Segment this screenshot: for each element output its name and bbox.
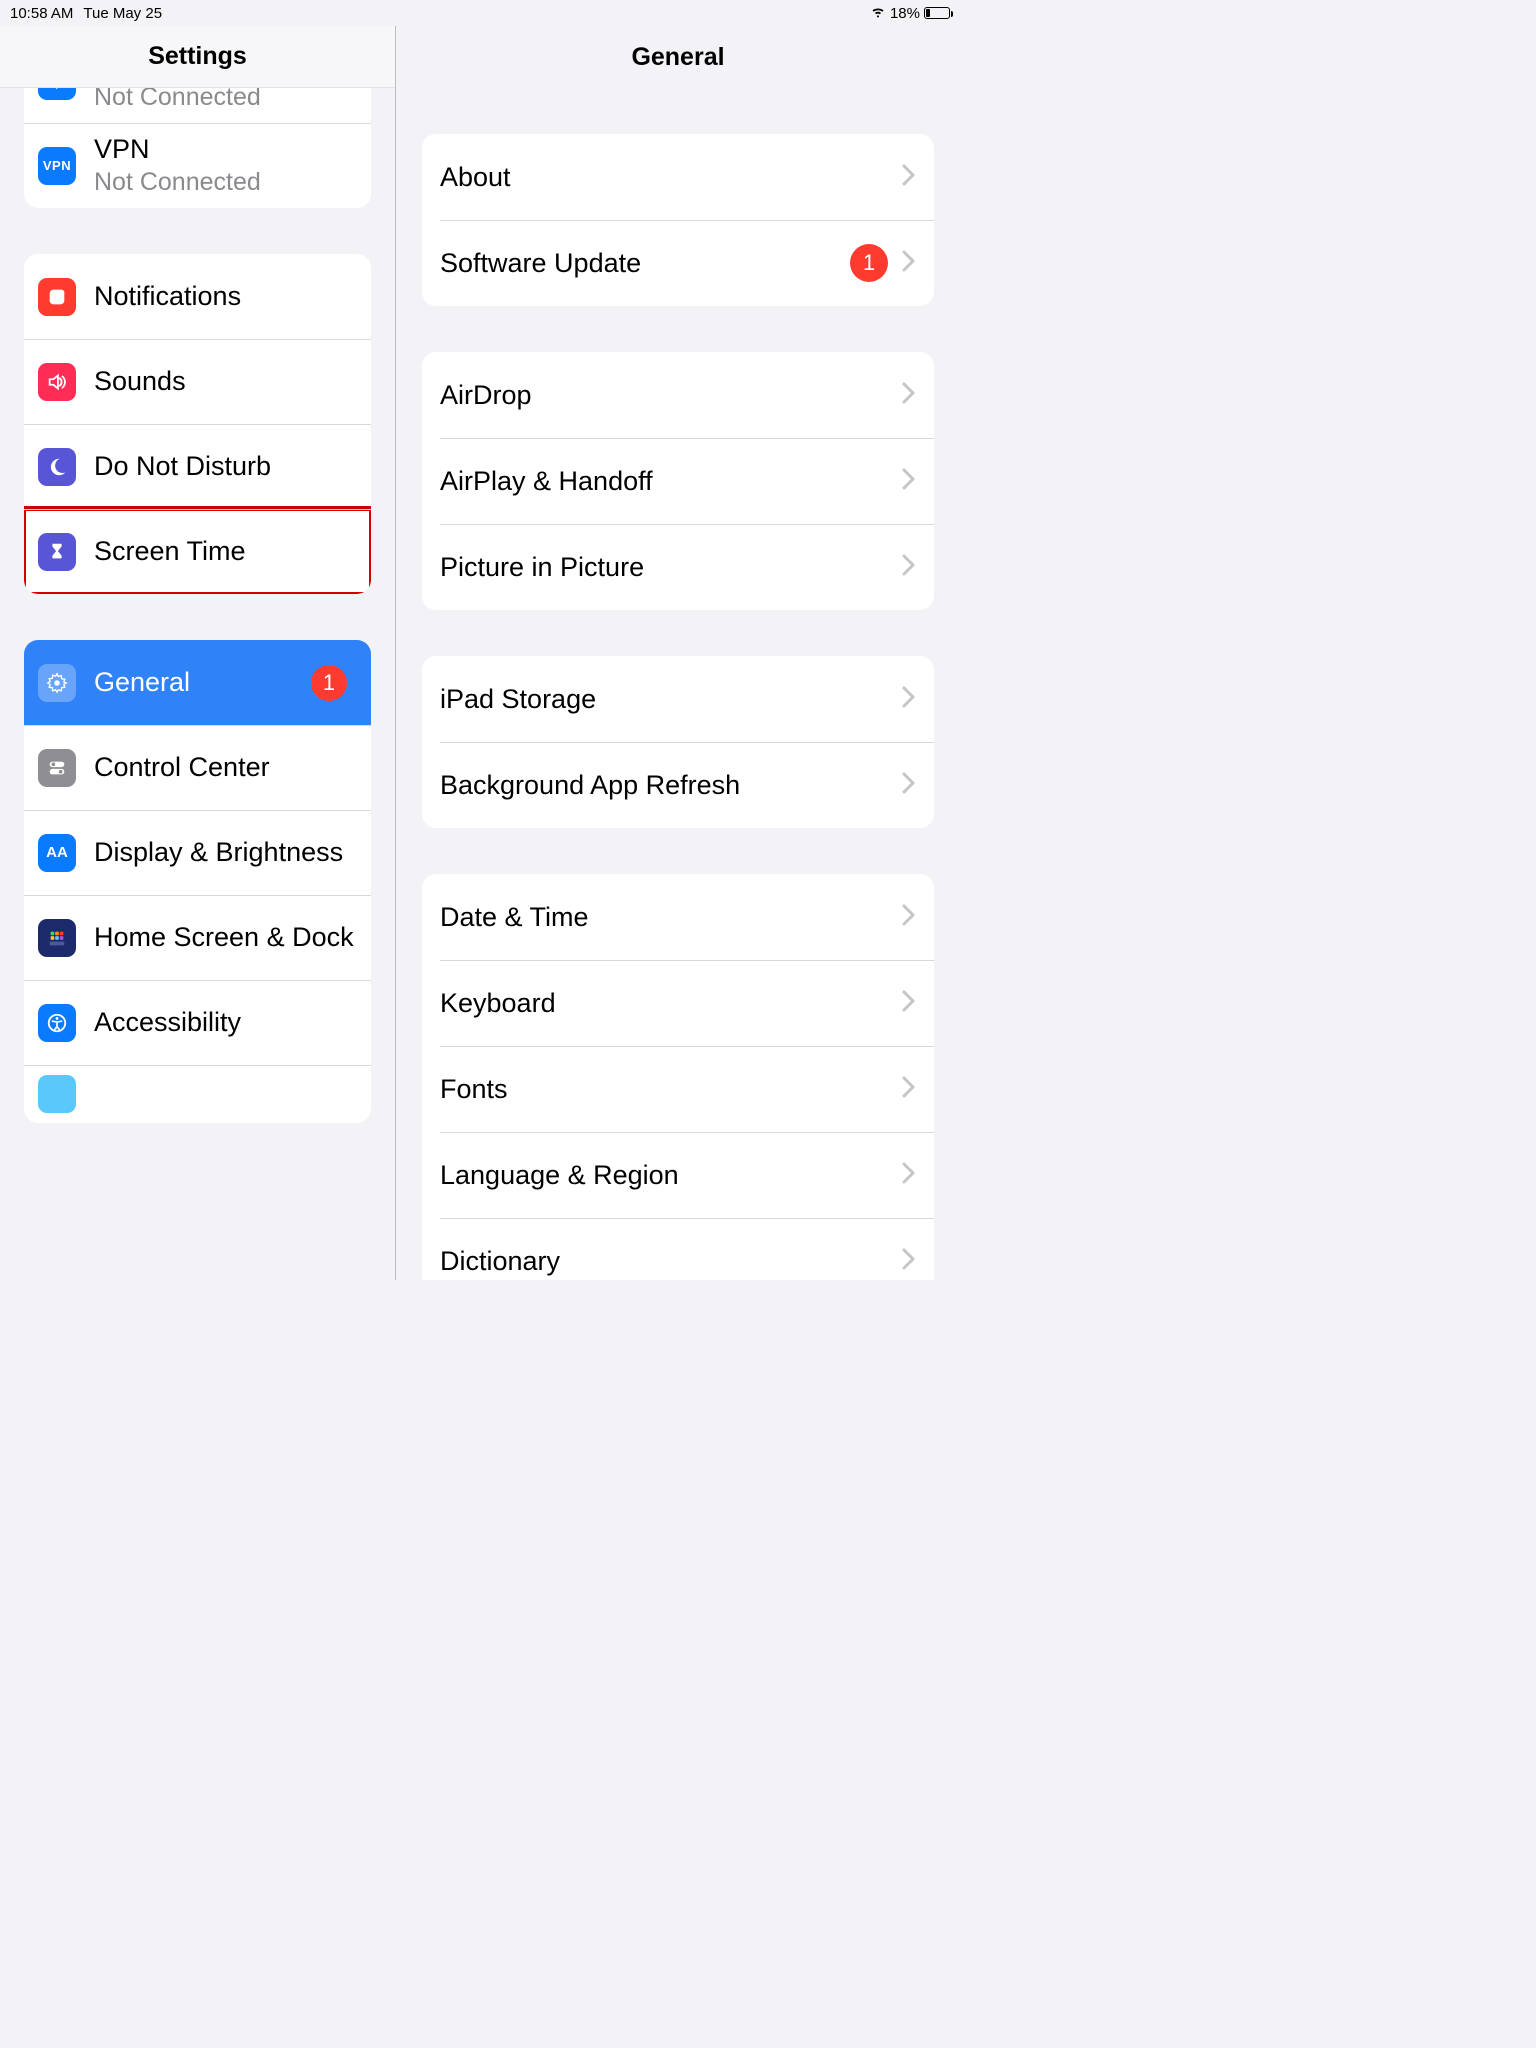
dnd-label: Do Not Disturb — [94, 451, 271, 482]
chevron-right-icon — [902, 904, 916, 931]
sidebar-item-sounds[interactable]: Sounds — [24, 339, 371, 424]
software-update-label: Software Update — [440, 248, 641, 279]
sounds-label: Sounds — [94, 366, 186, 397]
about-label: About — [440, 162, 511, 193]
row-airplay-handoff[interactable]: AirPlay & Handoff — [422, 438, 934, 524]
home-screen-label: Home Screen & Dock — [94, 922, 354, 953]
wifi-icon — [870, 3, 886, 23]
row-date-time[interactable]: Date & Time — [422, 874, 934, 960]
screentime-label: Screen Time — [94, 536, 246, 567]
notifications-icon — [38, 278, 76, 316]
row-airdrop[interactable]: AirDrop — [422, 352, 934, 438]
chevron-right-icon — [902, 468, 916, 495]
cutoff-icon — [38, 1075, 76, 1113]
battery-pct: 18% — [890, 5, 920, 22]
row-picture-in-picture[interactable]: Picture in Picture — [422, 524, 934, 610]
chevron-right-icon — [902, 1162, 916, 1189]
fonts-label: Fonts — [440, 1074, 508, 1105]
general-badge: 1 — [311, 665, 347, 701]
bluetooth-status: Not Connected — [94, 88, 261, 112]
vpn-icon: VPN — [38, 147, 76, 185]
status-time: 10:58 AM — [10, 5, 73, 22]
vpn-label: VPN — [94, 134, 261, 165]
status-bar: 10:58 AM Tue May 25 18% — [0, 0, 960, 26]
control-center-label: Control Center — [94, 752, 270, 783]
sidebar-item-notifications[interactable]: Notifications — [24, 254, 371, 339]
pip-label: Picture in Picture — [440, 552, 644, 583]
lang-label: Language & Region — [440, 1160, 679, 1191]
chevron-right-icon — [902, 772, 916, 799]
sounds-icon — [38, 363, 76, 401]
chevron-right-icon — [902, 990, 916, 1017]
chevron-right-icon — [902, 1248, 916, 1275]
general-label: General — [94, 667, 190, 698]
display-label: Display & Brightness — [94, 837, 343, 868]
notifications-label: Notifications — [94, 281, 241, 312]
vpn-icon-text: VPN — [43, 158, 71, 173]
display-icon: AA — [38, 834, 76, 872]
chevron-right-icon — [902, 554, 916, 581]
gear-icon — [38, 664, 76, 702]
airdrop-label: AirDrop — [440, 380, 532, 411]
row-about[interactable]: About — [422, 134, 934, 220]
chevron-right-icon — [902, 164, 916, 191]
bluetooth-icon — [38, 88, 76, 100]
control-center-icon — [38, 749, 76, 787]
accessibility-label: Accessibility — [94, 1007, 241, 1038]
sidebar-item-accessibility[interactable]: Accessibility — [24, 980, 371, 1065]
home-screen-icon — [38, 919, 76, 957]
storage-label: iPad Storage — [440, 684, 596, 715]
sidebar-item-cutoff[interactable] — [24, 1065, 371, 1123]
sidebar-item-vpn[interactable]: VPN VPN Not Connected — [24, 123, 371, 208]
hourglass-icon — [38, 533, 76, 571]
keyboard-label: Keyboard — [440, 988, 556, 1019]
moon-icon — [38, 448, 76, 486]
accessibility-icon — [38, 1004, 76, 1042]
chevron-right-icon — [902, 382, 916, 409]
dict-label: Dictionary — [440, 1246, 560, 1277]
detail-pane: General About Software Update 1 AirDrop — [396, 26, 960, 1280]
sidebar-item-display-brightness[interactable]: AA Display & Brightness — [24, 810, 371, 895]
sidebar-item-do-not-disturb[interactable]: Do Not Disturb — [24, 424, 371, 509]
row-keyboard[interactable]: Keyboard — [422, 960, 934, 1046]
battery-icon — [924, 7, 950, 19]
bkg-label: Background App Refresh — [440, 770, 740, 801]
row-background-app-refresh[interactable]: Background App Refresh — [422, 742, 934, 828]
row-fonts[interactable]: Fonts — [422, 1046, 934, 1132]
settings-sidebar: Settings Bluetooth Not Connected — [0, 26, 396, 1280]
software-update-badge: 1 — [850, 244, 888, 282]
chevron-right-icon — [902, 686, 916, 713]
sidebar-item-general[interactable]: General 1 — [24, 640, 371, 725]
datetime-label: Date & Time — [440, 902, 589, 933]
vpn-status: Not Connected — [94, 168, 261, 197]
sidebar-title: Settings — [0, 26, 395, 88]
detail-title: General — [396, 26, 960, 88]
sidebar-item-home-screen-dock[interactable]: Home Screen & Dock — [24, 895, 371, 980]
sidebar-item-bluetooth[interactable]: Bluetooth Not Connected — [24, 88, 371, 123]
status-date: Tue May 25 — [83, 5, 162, 22]
chevron-right-icon — [902, 250, 916, 277]
row-language-region[interactable]: Language & Region — [422, 1132, 934, 1218]
row-ipad-storage[interactable]: iPad Storage — [422, 656, 934, 742]
row-dictionary[interactable]: Dictionary — [422, 1218, 934, 1280]
sidebar-item-control-center[interactable]: Control Center — [24, 725, 371, 810]
airplay-label: AirPlay & Handoff — [440, 466, 653, 497]
sidebar-item-screen-time[interactable]: Screen Time — [24, 509, 371, 594]
chevron-right-icon — [902, 1076, 916, 1103]
row-software-update[interactable]: Software Update 1 — [422, 220, 934, 306]
